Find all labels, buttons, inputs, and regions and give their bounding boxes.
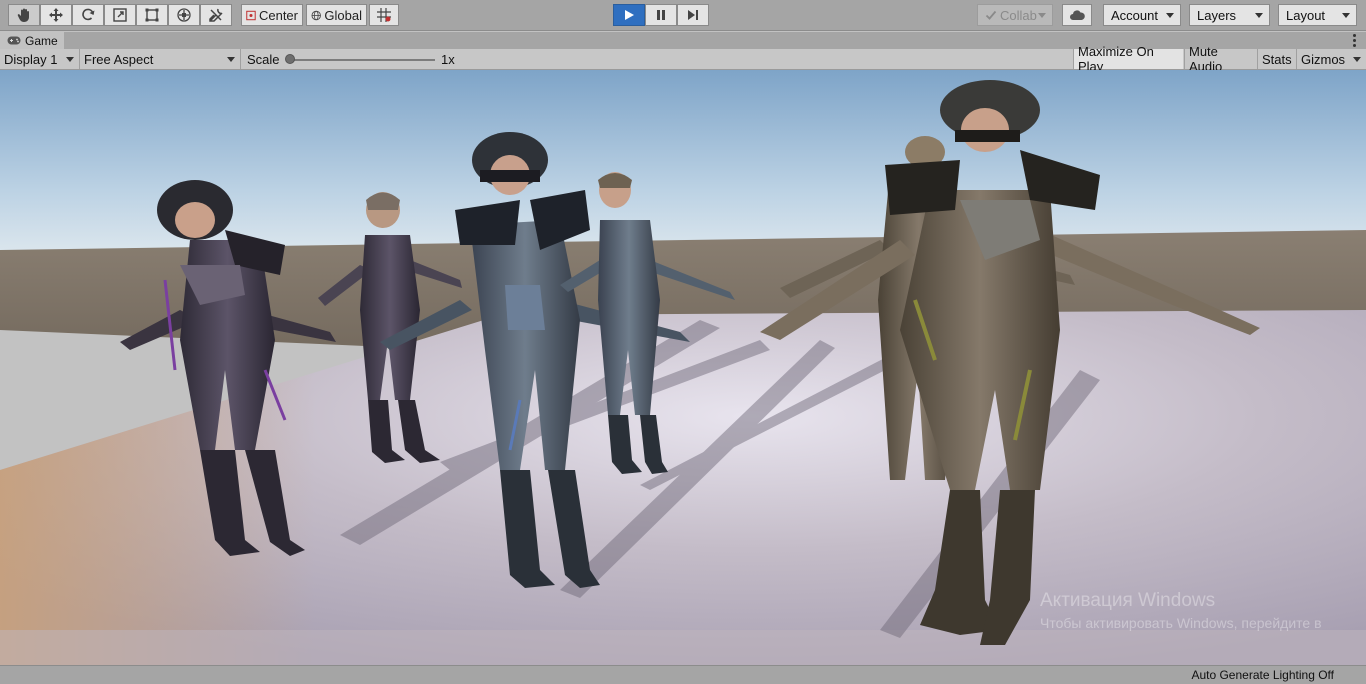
transform-icon [177,8,191,22]
rect-tool-button[interactable] [136,4,168,26]
display-dropdown[interactable]: Display 1 [0,49,80,69]
pivot-center-icon [246,10,256,20]
collab-dropdown[interactable]: Collab [977,4,1053,26]
windows-activation-title: Активация Windows [1040,590,1216,611]
main-toolbar: Center Global Collab Account Layers Layo… [0,0,1366,31]
tab-game[interactable]: Game [0,32,64,49]
pivot-rotation-label: Global [324,7,362,23]
game-view-controls: Display 1 Free Aspect Scale 1x Maximize … [0,44,1366,74]
gizmos-dropdown[interactable] [1349,49,1366,69]
scale-slider-thumb[interactable] [285,54,295,64]
tab-game-label: Game [25,33,58,48]
cloud-icon [1070,10,1085,20]
lighting-status[interactable]: Auto Generate Lighting Off [1191,668,1334,682]
rect-icon [145,8,159,22]
rotate-icon [82,8,95,21]
pivot-mode-label: Center [258,7,298,23]
move-tool-button[interactable] [40,4,72,26]
grid-snap-button[interactable] [369,4,399,26]
chevron-down-icon [1342,13,1350,18]
pause-button[interactable] [645,4,677,26]
maximize-on-play-toggle[interactable]: Maximize On Play [1073,44,1183,74]
game-viewport[interactable]: Активация Windows Чтобы активировать Win… [0,70,1366,665]
gizmos-toggle[interactable]: Gizmos [1296,49,1349,69]
chevron-down-icon [1353,57,1361,62]
stats-label: Stats [1262,51,1292,67]
rotate-tool-button[interactable] [72,4,104,26]
chevron-down-icon [1038,13,1046,18]
chevron-down-icon [66,57,74,62]
scale-value: 1x [441,52,455,67]
status-bar: Auto Generate Lighting Off [0,665,1366,684]
play-button[interactable] [613,4,645,26]
step-icon [688,10,698,20]
pivot-rotation-button[interactable]: Global [306,4,367,26]
pivot-mode-button[interactable]: Center [241,4,303,26]
mute-audio-toggle[interactable]: Mute Audio [1184,44,1257,74]
layers-label: Layers [1197,7,1237,23]
wrench-icon [209,8,223,22]
aspect-label: Free Aspect [84,51,154,67]
account-dropdown[interactable]: Account [1103,4,1181,26]
chevron-down-icon [1255,13,1263,18]
play-icon [625,10,634,20]
aspect-dropdown[interactable]: Free Aspect [80,49,241,69]
collab-label: Collab [1000,7,1037,23]
hand-tool-button[interactable] [8,4,40,26]
display-label: Display 1 [4,51,58,67]
globe-icon [311,10,321,20]
stats-toggle[interactable]: Stats [1257,49,1296,69]
gizmos-label: Gizmos [1301,51,1346,67]
layout-label: Layout [1286,7,1326,23]
chevron-down-icon [227,57,235,62]
layout-dropdown[interactable]: Layout [1278,4,1357,26]
custom-tool-button[interactable] [200,4,232,26]
account-label: Account [1111,7,1158,23]
layers-dropdown[interactable]: Layers [1189,4,1270,26]
windows-activation-text: Чтобы активировать Windows, перейдите в [1040,615,1322,631]
cloud-button[interactable] [1062,4,1092,26]
pause-icon [657,10,665,20]
gamepad-icon [7,36,21,45]
scene-render [0,70,1366,665]
check-icon [985,10,997,20]
grid-snap-icon [377,8,391,22]
scale-icon [113,8,127,22]
step-button[interactable] [677,4,709,26]
scale-slider-track[interactable] [289,59,435,61]
kebab-menu-icon[interactable] [1352,34,1356,47]
scale-label: Scale [247,52,280,67]
chevron-down-icon [1166,13,1174,18]
scale-tool-button[interactable] [104,4,136,26]
transform-tool-button[interactable] [168,4,200,26]
hand-icon [17,8,29,22]
move-icon [49,8,63,22]
